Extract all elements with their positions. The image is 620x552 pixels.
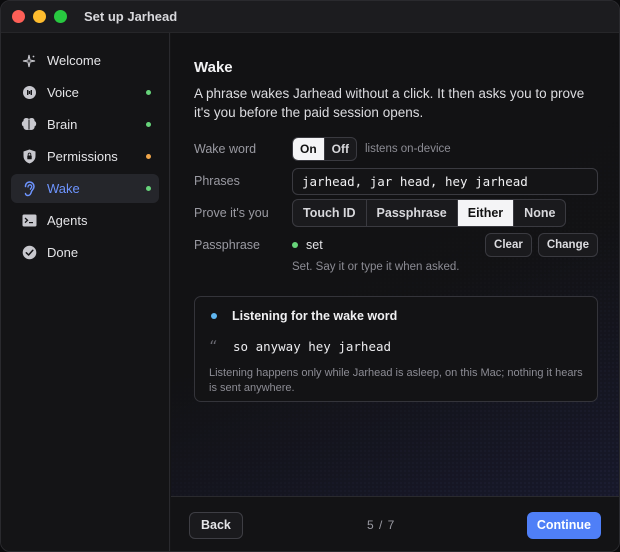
sidebar-item-done[interactable]: Done [11, 238, 159, 267]
passphrase-status-dot [292, 242, 298, 248]
sidebar-item-voice[interactable]: Voice [11, 78, 159, 107]
passphrase-status-text: set [306, 238, 323, 252]
maximize-window-button[interactable] [54, 10, 67, 23]
sidebar: Welcome Voice Brain Permissions Wake Age… [1, 33, 170, 551]
quote-icon: “ [209, 337, 218, 356]
passphrase-label: Passphrase [194, 238, 261, 252]
prove-label: Prove it's you [194, 206, 269, 220]
back-button[interactable]: Back [189, 512, 243, 539]
heard-phrase: “ so anyway hey jarhead [209, 337, 583, 356]
status-dot [146, 122, 151, 127]
sparkle-icon [20, 52, 38, 70]
check-circle-icon [20, 244, 38, 262]
phrases-row: Phrases jarhead, jar head, hey jarhead [194, 165, 598, 197]
sidebar-item-label: Voice [47, 85, 79, 100]
prove-option-passphrase[interactable]: Passphrase [367, 200, 458, 226]
wake-word-row: Wake word On Off listens on-device [194, 133, 598, 165]
footer-bar: Back 5 / 7 Continue [171, 496, 619, 551]
sidebar-item-wake[interactable]: Wake [11, 174, 159, 203]
listening-header: Listening for the wake word [209, 309, 583, 323]
listening-panel: Listening for the wake word “ so anyway … [194, 296, 598, 402]
status-dot [146, 90, 151, 95]
sidebar-item-label: Welcome [47, 53, 101, 68]
step-counter: 5 / 7 [367, 518, 396, 532]
listening-indicator-dot [211, 313, 217, 319]
phrases-label: Phrases [194, 174, 240, 188]
brain-icon [20, 116, 38, 134]
close-window-button[interactable] [12, 10, 25, 23]
window-title: Set up Jarhead [84, 9, 178, 24]
sidebar-item-label: Done [47, 245, 79, 260]
window-controls [12, 10, 67, 23]
shield-icon [20, 148, 38, 166]
sidebar-item-label: Permissions [47, 149, 118, 164]
sidebar-item-permissions[interactable]: Permissions [11, 142, 159, 171]
sidebar-item-label: Wake [47, 181, 80, 196]
passphrase-status: set [292, 238, 323, 252]
passphrase-hint: Set. Say it or type it when asked. [292, 261, 460, 273]
prove-option-touch-id[interactable]: Touch ID [293, 200, 367, 226]
sidebar-item-agents[interactable]: Agents [11, 206, 159, 235]
passphrase-actions: Clear Change [479, 233, 598, 257]
page-intro: A phrase wakes Jarhead without a click. … [194, 86, 585, 120]
change-passphrase-button[interactable]: Change [537, 233, 598, 257]
prove-option-either[interactable]: Either [457, 200, 515, 226]
setup-window: Set up Jarhead Welcome Voice Brain Permi… [0, 0, 620, 552]
page-title: Wake [194, 59, 233, 76]
status-dot [146, 186, 151, 191]
voice-icon [20, 84, 38, 102]
listening-title: Listening for the wake word [232, 309, 398, 323]
minimize-window-button[interactable] [33, 10, 46, 23]
phrases-input[interactable]: jarhead, jar head, hey jarhead [292, 167, 598, 195]
wake-word-on-option[interactable]: On [293, 138, 325, 160]
prove-option-none[interactable]: None [514, 200, 565, 226]
sidebar-item-welcome[interactable]: Welcome [11, 46, 159, 75]
status-dot [146, 154, 151, 159]
continue-button[interactable]: Continue [526, 512, 601, 539]
heard-phrase-text: so anyway hey jarhead [233, 339, 392, 354]
wake-word-label: Wake word [194, 142, 257, 156]
prove-row: Prove it's you Touch ID Passphrase Eithe… [194, 197, 598, 229]
wake-word-hint: listens on-device [365, 143, 451, 155]
prove-method-selector: Touch ID Passphrase Either None [292, 199, 567, 227]
sidebar-item-brain[interactable]: Brain [11, 110, 159, 139]
sidebar-item-label: Brain [47, 117, 78, 132]
clear-passphrase-button[interactable]: Clear [485, 233, 532, 257]
ear-icon [20, 180, 38, 198]
title-bar: Set up Jarhead [1, 1, 619, 33]
sidebar-item-label: Agents [47, 213, 88, 228]
wake-word-toggle: On Off [292, 137, 357, 161]
wake-word-off-option[interactable]: Off [325, 138, 356, 160]
passphrase-row: Passphrase set Clear Change [194, 229, 598, 261]
privacy-note: Listening happens only while Jarhead is … [209, 367, 583, 394]
terminal-icon [20, 212, 38, 230]
main-pane: Wake A phrase wakes Jarhead without a cl… [171, 33, 619, 496]
